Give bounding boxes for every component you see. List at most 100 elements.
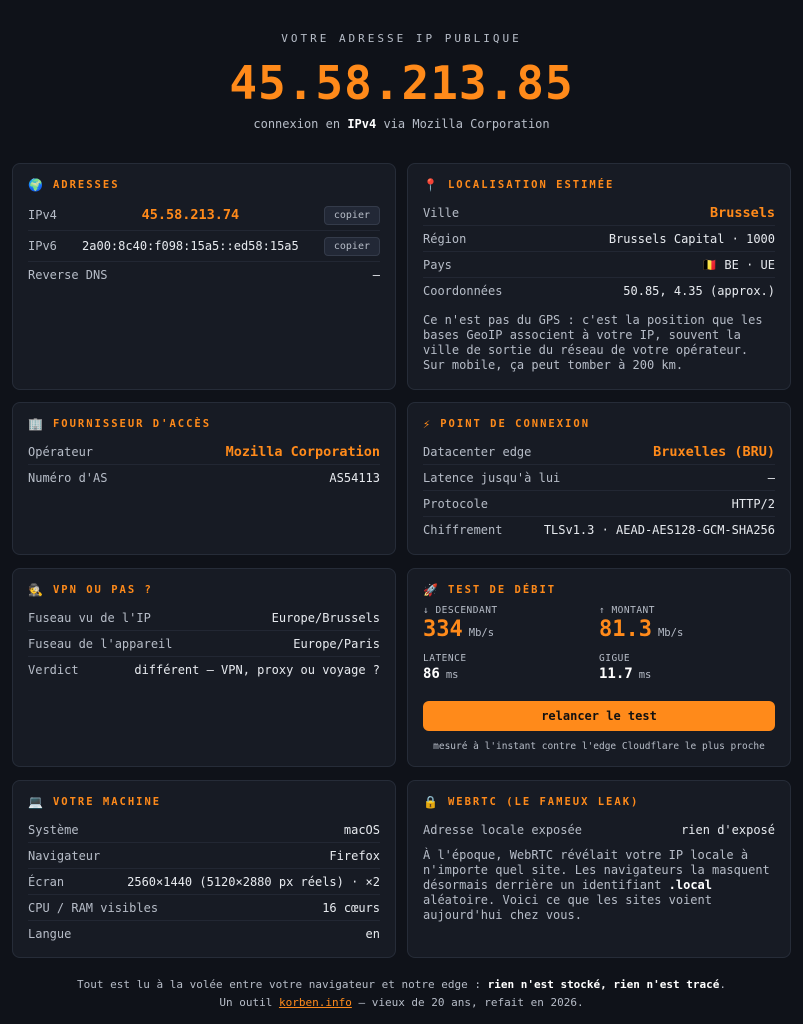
card-webrtc: 🔒 WEBRTC (LE FAMEUX LEAK) Adresse locale… [407, 780, 791, 958]
country-label: Pays [423, 257, 452, 272]
card-title: LOCALISATION ESTIMÉE [447, 179, 615, 191]
copy-ipv6-button[interactable]: copier [323, 236, 380, 256]
region-label: Région [423, 231, 467, 246]
lock-icon: 🔒 [423, 795, 440, 809]
ipv6-row: IPv6 2a00:8c40:f098:15a5::ed58:15a5 copi… [28, 231, 380, 262]
jitter-metric: GIGUE 11.7 ms [599, 653, 775, 685]
cpu-row: CPU / RAM visibles 16 cœurs [28, 895, 380, 921]
cpu-value: 16 cœurs [322, 900, 380, 915]
local-address-value: rien d'exposé [681, 822, 775, 837]
footer-line2-suffix: — vieux de 20 ans, refait en 2026. [358, 996, 584, 1009]
card-title: ADRESSES [52, 179, 120, 191]
upload-metric: ↑ MONTANT 81.3 Mb/s [599, 605, 775, 647]
language-label: Langue [28, 926, 72, 941]
korben-link[interactable]: korben.info [279, 996, 352, 1009]
jitter-unit: ms [638, 669, 652, 681]
hero-sub-suffix: via Mozilla Corporation [383, 117, 550, 131]
tz-device-label: Fuseau de l'appareil [28, 636, 173, 651]
footer-line-2: Un outil korben.info — vieux de 20 ans, … [0, 994, 803, 1012]
latency-metric: LATENCE 86 ms [423, 653, 599, 685]
protocol-row: Protocole HTTP/2 [423, 491, 775, 517]
ipv4-label: IPv4 [28, 208, 57, 222]
region-row: Région Brussels Capital · 1000 [423, 226, 775, 252]
download-value: 334 [423, 617, 463, 642]
verdict-label: Verdict [28, 662, 79, 677]
latency-metric-unit: ms [445, 669, 459, 681]
tz-ip-label: Fuseau vu de l'IP [28, 610, 151, 625]
tz-device-row: Fuseau de l'appareil Europe/Paris [28, 631, 380, 657]
datacenter-value: Bruxelles (BRU) [653, 443, 775, 460]
ipv4-row: IPv4 45.58.213.74 copier [28, 200, 380, 231]
region-value: Brussels Capital · 1000 [608, 231, 775, 246]
card-isp: 🏢 FOURNISSEUR D'ACCÈS Opérateur Mozilla … [12, 402, 396, 555]
cpu-label: CPU / RAM visibles [28, 900, 159, 915]
coords-value: 50.85, 4.35 (approx.) [623, 283, 775, 298]
download-metric: ↓ DESCENDANT 334 Mb/s [423, 605, 599, 647]
card-connection: ⚡ POINT DE CONNEXION Datacenter edge Bru… [407, 402, 791, 555]
screen-row: Écran 2560×1440 (5120×2880 px réels) · ×… [28, 869, 380, 895]
city-row: Ville Brussels [423, 200, 775, 226]
hero-subtitle: connexion en IPv4 via Mozilla Corporatio… [0, 117, 803, 131]
footer-line1-suffix: . [719, 978, 727, 991]
upload-label: ↑ MONTANT [599, 605, 655, 616]
footer-line-1: Tout est lu à la volée entre votre navig… [0, 976, 803, 994]
latency-label: Latence jusqu'à lui [423, 470, 561, 485]
public-ip: 45.58.213.85 [229, 56, 574, 110]
cipher-row: Chiffrement TLSv1.3 · AEAD-AES128-GCM-SH… [423, 517, 775, 542]
latency-metric-value: 86 [423, 666, 440, 682]
footer-line1-bold: rien n'est stocké, rien n'est tracé [487, 978, 720, 991]
detective-icon: 🕵 [28, 583, 45, 597]
country-value: BE · UE [724, 257, 775, 272]
datacenter-label: Datacenter edge [423, 444, 532, 459]
os-value: macOS [343, 822, 380, 837]
hero-sub-proto: IPv4 [347, 117, 377, 131]
jitter-label: GIGUE [599, 653, 631, 664]
as-row: Numéro d'AS AS54113 [28, 465, 380, 490]
os-label: Système [28, 822, 79, 837]
verdict-value: différent — VPN, proxy ou voyage ? [134, 662, 380, 677]
ipv6-label: IPv6 [28, 239, 57, 253]
speed-grid: ↓ DESCENDANT 334 Mb/s ↑ MONTANT 81.3 Mb/s … [423, 605, 775, 685]
screen-label: Écran [28, 874, 65, 889]
language-row: Langue en [28, 921, 380, 946]
rerun-test-button[interactable]: relancer le test [423, 701, 775, 731]
browser-label: Navigateur [28, 848, 101, 863]
screen-value: 2560×1440 (5120×2880 px réels) · ×2 [127, 874, 380, 889]
browser-row: Navigateur Firefox [28, 843, 380, 869]
rdns-value: — [372, 267, 380, 282]
card-speedtest: 🚀 TEST DE DÉBIT ↓ DESCENDANT 334 Mb/s ↑ M… [407, 568, 791, 767]
city-value: Brussels [709, 204, 775, 221]
city-label: Ville [423, 205, 460, 220]
upload-unit: Mb/s [657, 627, 684, 639]
webrtc-note: À l'époque, WebRTC révélait votre IP loc… [423, 848, 775, 923]
as-value: AS54113 [329, 470, 380, 485]
card-title: VOTRE MACHINE [52, 796, 162, 808]
building-icon: 🏢 [28, 417, 45, 431]
datacenter-row: Datacenter edge Bruxelles (BRU) [423, 439, 775, 465]
card-title: POINT DE CONNEXION [440, 418, 591, 430]
card-location: 📍 LOCALISATION ESTIMÉE Ville Brussels Ré… [407, 163, 791, 390]
tz-ip-row: Fuseau vu de l'IP Europe/Brussels [28, 605, 380, 631]
hero-sub-prefix: connexion en [253, 117, 341, 131]
copy-ipv4-button[interactable]: copier [323, 205, 380, 225]
rocket-icon: 🚀 [423, 583, 440, 597]
cipher-label: Chiffrement [423, 522, 503, 537]
ipv6-value: 2a00:8c40:f098:15a5::ed58:15a5 [82, 239, 299, 253]
card-addresses: 🌍 ADRESSES IPv4 45.58.213.74 copier IPv6… [12, 163, 396, 390]
pin-icon: 📍 [423, 178, 440, 192]
rdns-row: Reverse DNS — [28, 262, 380, 287]
footer-line1-prefix: Tout est lu à la volée entre votre navig… [76, 978, 481, 991]
webrtc-note-a: À l'époque, WebRTC révélait votre IP loc… [423, 848, 770, 892]
laptop-icon: 💻 [28, 795, 45, 809]
browser-value: Firefox [329, 848, 380, 863]
verdict-row: Verdict différent — VPN, proxy ou voyage… [28, 657, 380, 682]
upload-value: 81.3 [599, 617, 652, 642]
speedtest-caption: mesuré à l'instant contre l'edge Cloudfl… [433, 741, 765, 752]
cipher-value: TLSv1.3 · AEAD-AES128-GCM-SHA256 [543, 522, 775, 537]
bolt-icon: ⚡ [423, 417, 433, 431]
coords-label: Coordonnées [423, 283, 503, 298]
flag-icon: 🇧🇪 [702, 257, 718, 272]
footer: Tout est lu à la volée entre votre navig… [0, 976, 803, 1012]
card-title: WEBRTC (LE FAMEUX LEAK) [447, 796, 640, 808]
latency-metric-label: LATENCE [423, 653, 467, 664]
